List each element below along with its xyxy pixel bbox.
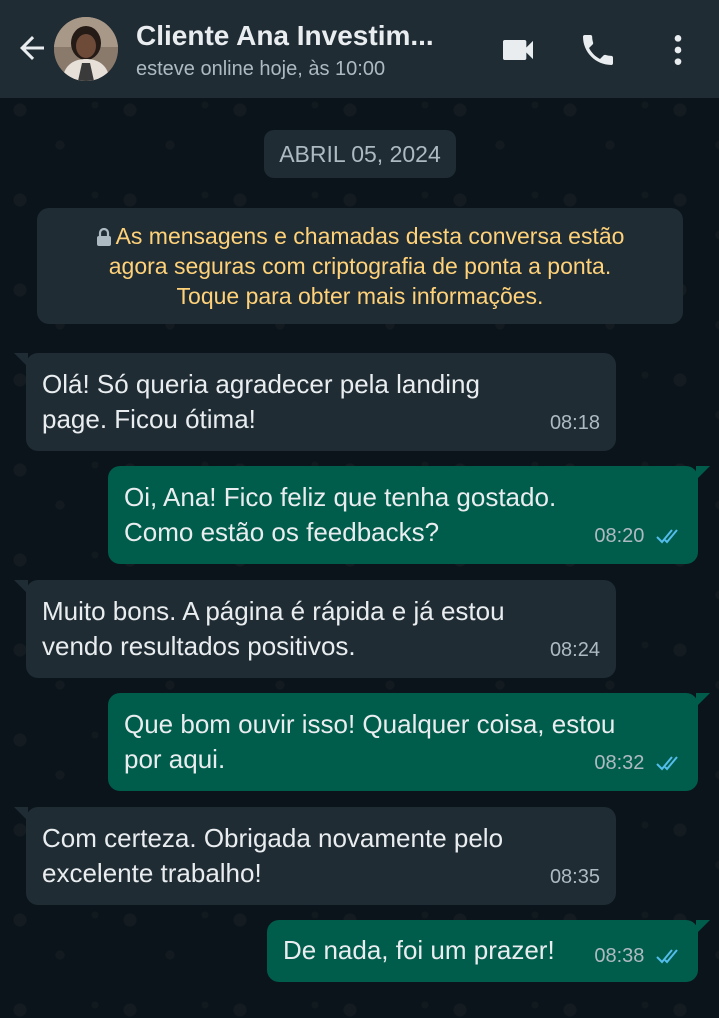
message-text-line: Oi, Ana! Fico feliz que tenha gostado. bbox=[124, 482, 557, 512]
arrow-left-icon[interactable] bbox=[14, 30, 50, 66]
more-vert-icon[interactable] bbox=[658, 30, 698, 70]
phone-icon[interactable] bbox=[578, 30, 618, 70]
encryption-notice[interactable]: As mensagens e chamadas desta conversa e… bbox=[37, 208, 683, 324]
contact-name[interactable]: Cliente Ana Investim... bbox=[136, 20, 466, 52]
outgoing-message[interactable]: Oi, Ana! Fico feliz que tenha gostado. C… bbox=[108, 466, 710, 564]
incoming-message[interactable]: Olá! Só queria agradecer pela landing pa… bbox=[14, 353, 616, 451]
incoming-message[interactable]: Muito bons. A página é rápida e já estou… bbox=[14, 580, 616, 678]
message-time: 08:18 bbox=[549, 412, 600, 434]
encryption-notice-line: agora seguras com criptografia de ponta … bbox=[108, 253, 612, 279]
message-text-line: page. Ficou ótima! bbox=[42, 404, 256, 434]
double-check-read-icon bbox=[656, 949, 678, 964]
message-text-line: Com certeza. Obrigada novamente pelo bbox=[42, 823, 504, 853]
encryption-notice-line: Toque para obter mais informações. bbox=[176, 283, 544, 309]
message-time: 08:32 bbox=[594, 752, 645, 774]
message-time: 08:20 bbox=[594, 525, 645, 547]
message-text-line: Muito bons. A página é rápida e já estou bbox=[42, 596, 505, 626]
message-time: 08:38 bbox=[594, 945, 645, 967]
message-text-line: por aqui. bbox=[124, 744, 226, 774]
lock-icon bbox=[96, 228, 111, 246]
message-text-line: vendo resultados positivos. bbox=[42, 631, 356, 661]
outgoing-message[interactable]: De nada, foi um prazer! 08:38 bbox=[267, 920, 710, 982]
message-text-line: excelente trabalho! bbox=[42, 858, 262, 888]
avatar-image bbox=[54, 17, 118, 81]
chat-header: Cliente Ana Investim... esteve online ho… bbox=[0, 0, 719, 98]
last-seen-status: esteve online hoje, às 10:00 bbox=[136, 58, 386, 80]
message-text-line: Olá! Só queria agradecer pela landing bbox=[42, 369, 480, 399]
message-text-line: Como estão os feedbacks? bbox=[124, 517, 440, 547]
incoming-message[interactable]: Com certeza. Obrigada novamente pelo exc… bbox=[14, 807, 616, 905]
date-chip: ABRIL 05, 2024 bbox=[264, 130, 456, 178]
avatar[interactable] bbox=[54, 17, 118, 81]
message-time: 08:24 bbox=[549, 639, 600, 661]
message-time: 08:35 bbox=[549, 866, 600, 888]
encryption-notice-line: As mensagens e chamadas desta conversa e… bbox=[115, 223, 625, 249]
message-text-line: Que bom ouvir isso! Qualquer coisa, esto… bbox=[124, 709, 616, 739]
outgoing-message[interactable]: Que bom ouvir isso! Qualquer coisa, esto… bbox=[108, 693, 710, 791]
double-check-read-icon bbox=[656, 529, 678, 544]
message-text-line: De nada, foi um prazer! bbox=[283, 935, 555, 965]
double-check-read-icon bbox=[656, 756, 678, 771]
video-call-icon[interactable] bbox=[498, 30, 538, 70]
